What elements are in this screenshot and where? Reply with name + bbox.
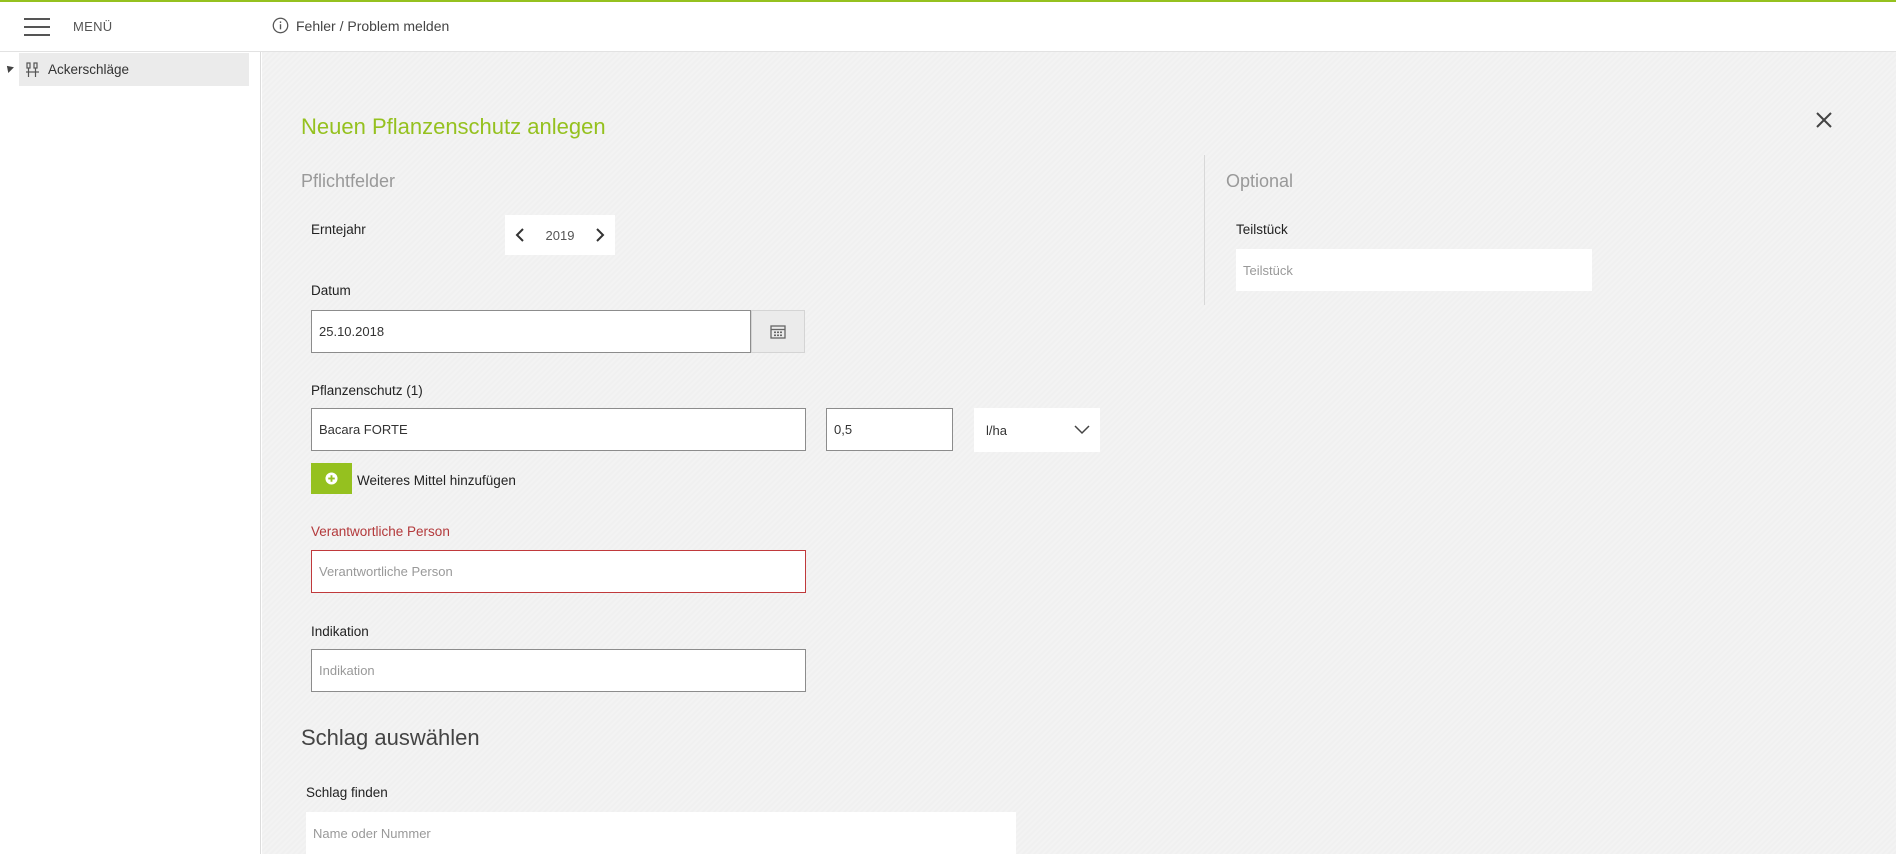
harvest-year-stepper: 2019	[505, 215, 615, 255]
add-product-label[interactable]: Weiteres Mittel hinzufügen	[357, 473, 516, 488]
responsible-person-placeholder: Verantwortliche Person	[319, 564, 453, 579]
sidebar: Ackerschläge	[0, 52, 261, 854]
date-value: 25.10.2018	[319, 324, 385, 339]
chevron-down-icon	[1074, 425, 1090, 435]
report-problem-link[interactable]: Fehler / Problem melden	[272, 17, 449, 34]
add-product-button[interactable]	[311, 463, 352, 494]
schlag-search-placeholder: Name oder Nummer	[313, 825, 431, 841]
indication-placeholder: Indikation	[319, 663, 375, 678]
date-input[interactable]: 25.10.2018	[311, 310, 751, 353]
hamburger-menu-icon[interactable]	[24, 18, 50, 36]
partial-input[interactable]: Teilstück	[1236, 249, 1592, 291]
section-divider	[1204, 155, 1205, 305]
unit-select[interactable]: l/ha	[974, 408, 1100, 452]
responsible-person-label: Verantwortliche Person	[311, 524, 450, 539]
close-icon[interactable]	[1814, 110, 1834, 130]
page-title: Neuen Pflanzenschutz anlegen	[301, 114, 606, 139]
schlag-find-label: Schlag finden	[306, 785, 388, 800]
sidebar-item-label: Ackerschläge	[48, 62, 130, 77]
chevron-right-icon[interactable]	[595, 228, 605, 242]
harvest-year-label: Erntejahr	[311, 222, 366, 237]
field-parcels-icon	[26, 61, 39, 77]
optional-section-heading: Optional	[1226, 171, 1294, 191]
schlag-section-heading: Schlag auswählen	[301, 725, 480, 750]
partial-placeholder: Teilstück	[1243, 262, 1293, 278]
protection-amount-input[interactable]: 0,5	[826, 408, 953, 451]
menu-label[interactable]: MENÜ	[73, 19, 112, 34]
protection-label: Pflanzenschutz (1)	[311, 383, 423, 398]
chevron-left-icon[interactable]	[515, 228, 525, 242]
protection-product-value: Bacara FORTE	[319, 422, 408, 437]
indication-label: Indikation	[311, 624, 369, 639]
responsible-person-input[interactable]: Verantwortliche Person	[311, 550, 806, 593]
harvest-year-value: 2019	[545, 227, 575, 243]
unit-select-value: l/ha	[986, 422, 1007, 438]
sidebar-item-ackerschlaege[interactable]: Ackerschläge	[19, 53, 249, 86]
schlag-search-input[interactable]: Name oder Nummer	[306, 812, 1016, 854]
indication-input[interactable]: Indikation	[311, 649, 806, 692]
top-bar: MENÜ Fehler / Problem melden	[0, 0, 1896, 52]
required-section-heading: Pflichtfelder	[301, 171, 396, 191]
calendar-button[interactable]	[751, 310, 805, 353]
tree-expand-caret-icon[interactable]	[4, 63, 14, 73]
protection-amount-value: 0,5	[834, 422, 853, 437]
plus-circle-icon	[325, 472, 338, 485]
partial-label: Teilstück	[1236, 222, 1288, 237]
calendar-icon	[770, 325, 786, 339]
report-problem-label: Fehler / Problem melden	[296, 17, 450, 34]
protection-product-input[interactable]: Bacara FORTE	[311, 408, 806, 451]
main-content: Neuen Pflanzenschutz anlegen Pflichtfeld…	[262, 52, 1896, 854]
date-label: Datum	[311, 283, 351, 298]
info-icon	[272, 17, 289, 34]
